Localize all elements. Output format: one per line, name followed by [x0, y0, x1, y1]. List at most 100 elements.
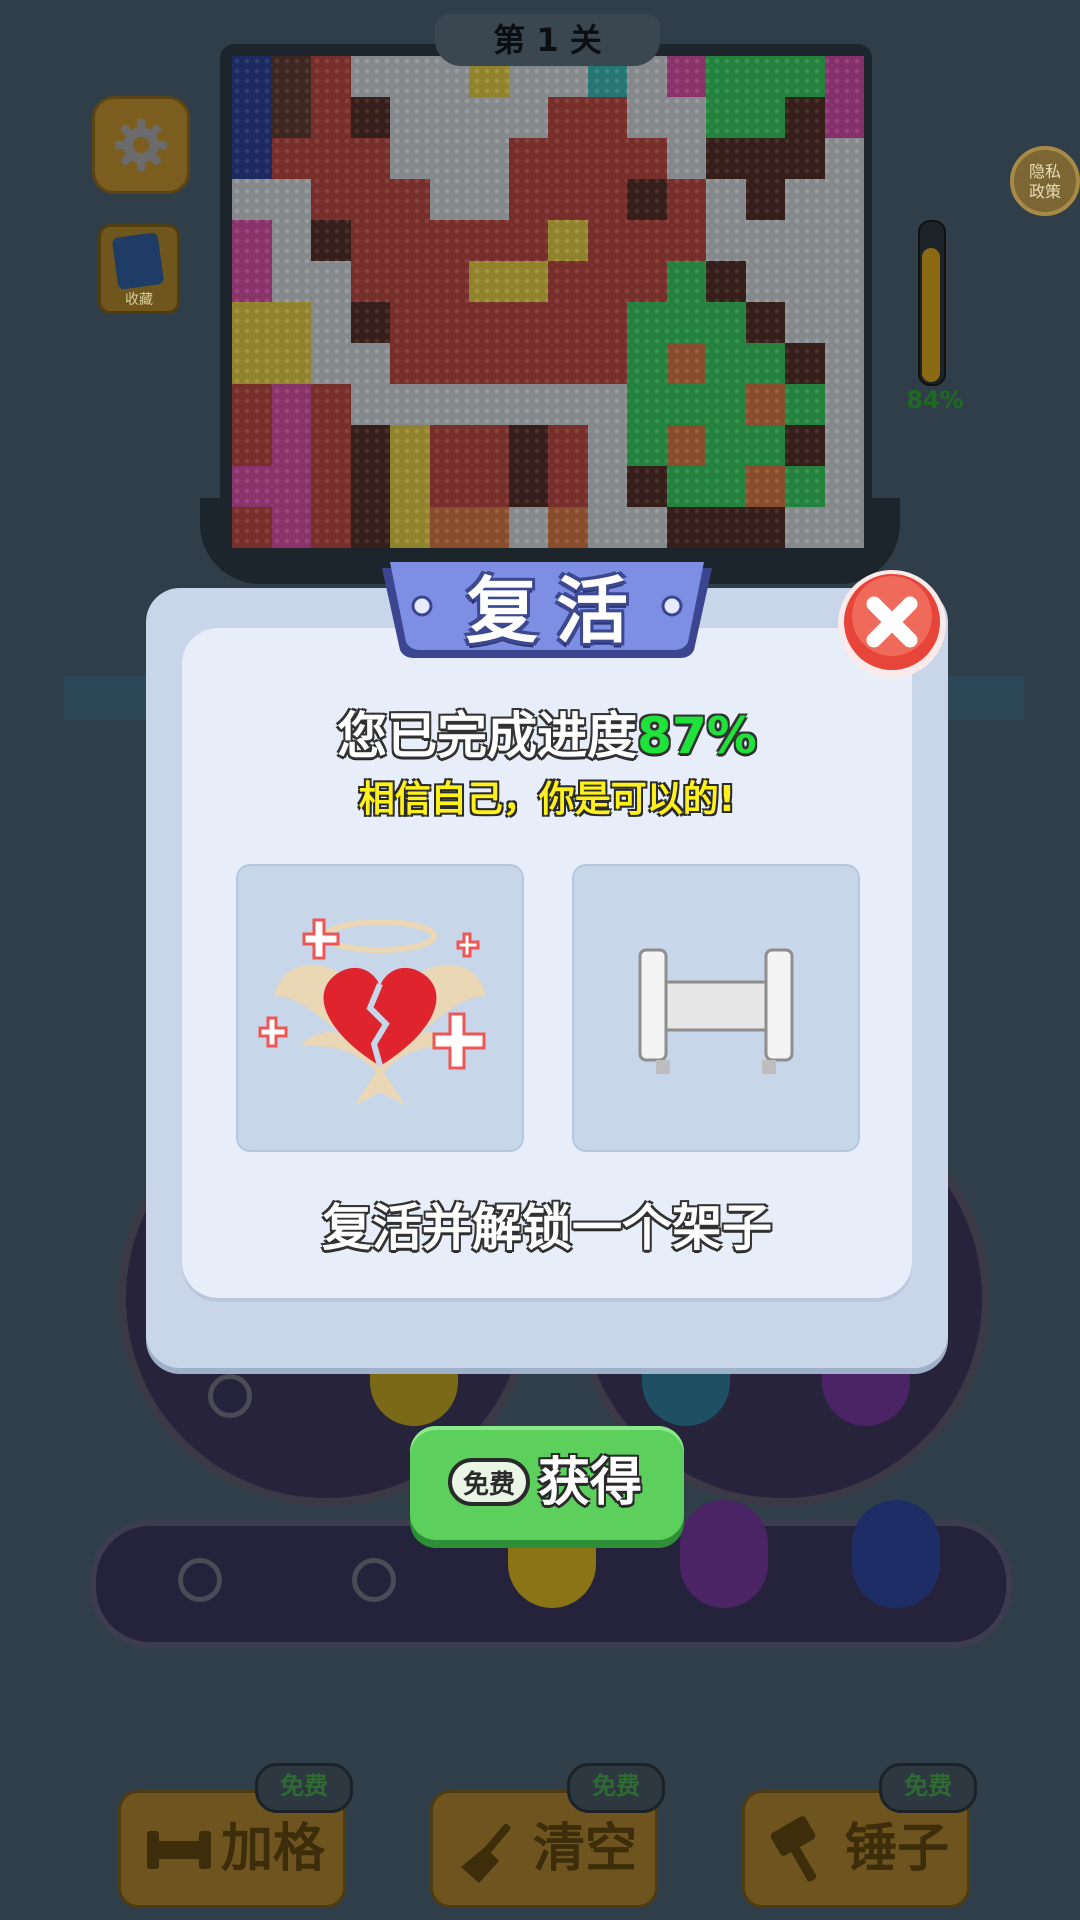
completion-progress-text: 您已完成进度87% [182, 696, 912, 768]
pixel-cell [311, 507, 351, 548]
tool-add-slot-label: 加格 [221, 1819, 326, 1879]
navy-disc-stack[interactable] [852, 1500, 940, 1608]
pixel-cell [390, 56, 430, 97]
pixel-cell [666, 261, 706, 302]
pixel-cell [390, 97, 430, 138]
pixel-cell [508, 384, 548, 425]
pixel-cell [390, 261, 430, 302]
peg-hole[interactable] [208, 1374, 252, 1418]
pixel-cell [469, 179, 509, 220]
pixel-cell [824, 261, 864, 302]
pixel-cell [271, 343, 311, 384]
conveyor-slot[interactable] [352, 1558, 396, 1602]
pixel-cell [587, 425, 627, 466]
pixel-cell [548, 343, 588, 384]
tool-add-slot-button[interactable]: 加格 免费 [118, 1763, 353, 1908]
shelf-rack-icon [638, 948, 794, 1074]
pixel-cell [232, 384, 272, 425]
pixel-cell [548, 425, 588, 466]
conveyor-slot[interactable] [178, 1558, 222, 1602]
pixel-cell [548, 138, 588, 179]
build-progress-fill [922, 248, 940, 382]
privacy-policy-button[interactable]: 隐私 政策 [1010, 146, 1080, 216]
pixel-cell [429, 261, 469, 302]
pixel-cell [271, 97, 311, 138]
purple-disc-stack[interactable] [680, 1500, 768, 1608]
pixel-cell [745, 97, 785, 138]
pixel-cell [706, 261, 746, 302]
pixel-cell [587, 507, 627, 548]
pixel-cell [666, 425, 706, 466]
pixel-cell [706, 97, 746, 138]
pixel-cell [508, 261, 548, 302]
claim-free-button[interactable]: 免费 获得 [410, 1426, 684, 1540]
pixel-cell [785, 97, 825, 138]
settings-button[interactable] [92, 96, 190, 194]
pixel-cell [666, 97, 706, 138]
close-button[interactable] [836, 566, 948, 678]
pixel-cell [824, 507, 864, 548]
pixel-cell [311, 343, 351, 384]
pixel-cell [824, 384, 864, 425]
pixel-cell [232, 97, 272, 138]
pixel-cell [271, 466, 311, 507]
pixel-cell [232, 302, 272, 343]
build-progress-label: 84% [906, 386, 964, 414]
encourage-text: 相信自己，你是可以的! [358, 779, 736, 820]
pixel-cell [271, 384, 311, 425]
pixel-cell [548, 220, 588, 261]
book-icon [111, 232, 165, 290]
tool-hammer-button[interactable]: 锤子 免费 [742, 1763, 977, 1908]
pixel-cell [232, 466, 272, 507]
pixel-cell [350, 302, 390, 343]
pixel-cell [390, 138, 430, 179]
pixel-cell [548, 466, 588, 507]
pixel-cell [390, 179, 430, 220]
pixel-cell [232, 56, 272, 97]
pixel-cell [390, 220, 430, 261]
pixel-cell [548, 179, 588, 220]
pixel-cell [706, 425, 746, 466]
collection-button[interactable]: 收藏 [98, 224, 180, 314]
pixel-cell [232, 220, 272, 261]
pixel-cell [311, 261, 351, 302]
pixel-art-board [232, 56, 864, 548]
pixel-cell [311, 302, 351, 343]
pixel-cell [706, 507, 746, 548]
pixel-cell [785, 56, 825, 97]
pixel-cell [311, 220, 351, 261]
pixel-cell [627, 97, 667, 138]
tool-clear-button[interactable]: 清空 免费 [430, 1763, 665, 1908]
progress-percent: 87% [637, 707, 757, 765]
pixel-cell [745, 302, 785, 343]
pixel-cell [785, 507, 825, 548]
pixel-cell [429, 179, 469, 220]
pixel-cell [785, 261, 825, 302]
pixel-cell [785, 179, 825, 220]
pixel-cell [666, 179, 706, 220]
pixel-cell [627, 261, 667, 302]
pixel-cell [429, 466, 469, 507]
pixel-cell [469, 138, 509, 179]
pixel-cell [666, 507, 706, 548]
pixel-cell [390, 302, 430, 343]
reward-description: 复活并解锁一个架子 [322, 1199, 772, 1257]
progress-prefix: 您已完成进度 [337, 707, 638, 765]
pixel-cell [271, 507, 311, 548]
pixel-cell [745, 56, 785, 97]
pixel-cell [469, 261, 509, 302]
pixel-cell [232, 425, 272, 466]
pixel-cell [390, 466, 430, 507]
pixel-cell [350, 507, 390, 548]
pixel-cell [508, 466, 548, 507]
pixel-cell [508, 220, 548, 261]
pixel-cell [350, 97, 390, 138]
pixel-cell [785, 220, 825, 261]
pixel-cell [232, 343, 272, 384]
pixel-cell [666, 302, 706, 343]
level-label: 第 1 关 [435, 14, 660, 66]
pixel-cell [666, 343, 706, 384]
pixel-cell [311, 138, 351, 179]
pixel-cell [350, 220, 390, 261]
pixel-cell [350, 425, 390, 466]
